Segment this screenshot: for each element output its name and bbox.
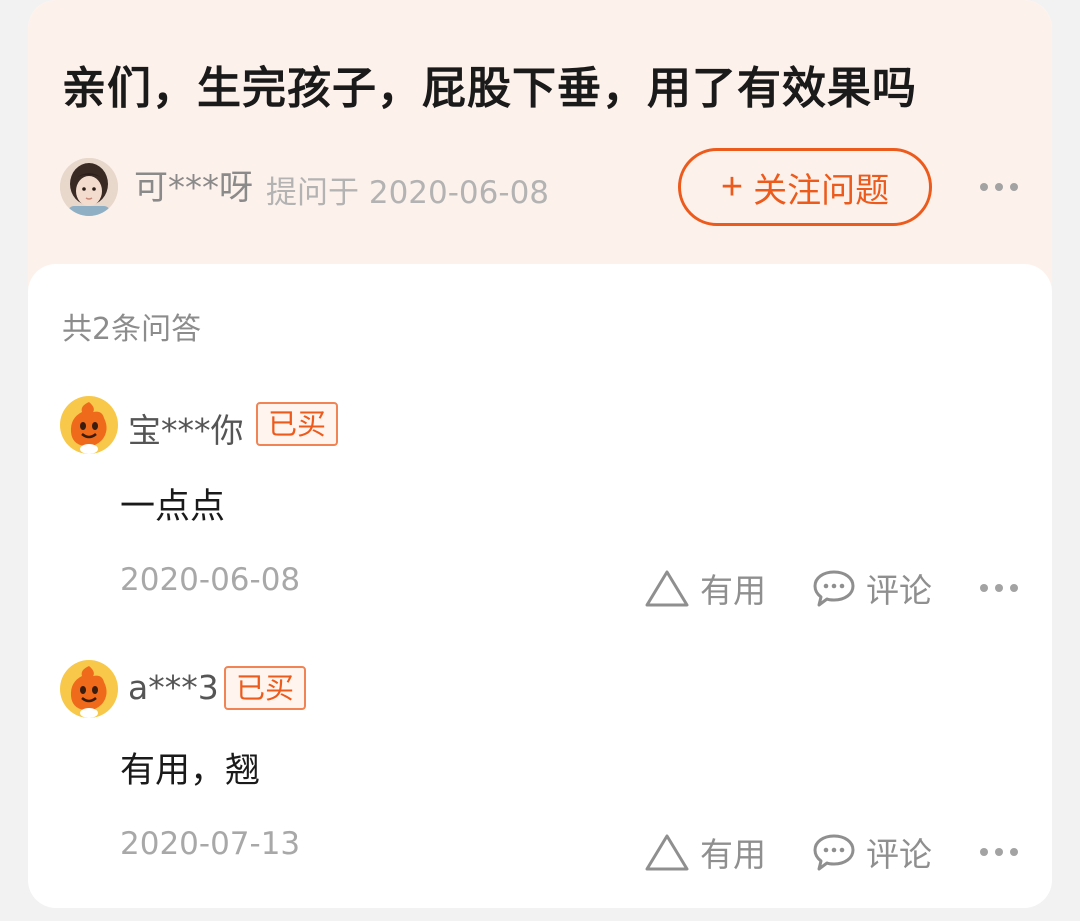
answer-text: 有用，翘 — [120, 751, 261, 791]
qa-card: 亲们，生完孩子，屁股下垂，用了有效果吗 可***呀 提问于 2020-06-08… — [28, 0, 1052, 908]
question-title: 亲们，生完孩子，屁股下垂，用了有效果吗 — [62, 63, 917, 114]
useful-label: 有用 — [700, 571, 766, 610]
answer-date: 2020-06-08 — [120, 562, 301, 598]
comment-bubble-icon — [813, 570, 855, 607]
more-dots-icon[interactable] — [980, 584, 1018, 592]
useful-button[interactable]: 有用 — [644, 564, 766, 612]
comment-button[interactable]: 评论 — [812, 828, 932, 876]
triangle-up-icon — [645, 570, 689, 607]
follow-question-label: 关注问题 — [753, 171, 890, 210]
answerer-name[interactable]: 宝***你 — [128, 404, 244, 452]
answer-item: a***3 已买 有用，翘 2020-07-13 有用 评论 — [28, 660, 1052, 900]
plus-icon: + — [720, 166, 744, 208]
asker-name[interactable]: 可***呀 — [134, 160, 253, 209]
purchased-badge: 已买 — [224, 666, 307, 710]
asked-date: 提问于 2020-06-08 — [266, 175, 550, 211]
asker-avatar[interactable] — [60, 158, 118, 216]
question-header: 亲们，生完孩子，屁股下垂，用了有效果吗 可***呀 提问于 2020-06-08… — [28, 0, 1052, 300]
answer-date: 2020-07-13 — [120, 826, 301, 862]
comment-button[interactable]: 评论 — [812, 564, 932, 612]
answerer-avatar[interactable] — [60, 660, 118, 718]
answerer-avatar[interactable] — [60, 396, 118, 454]
comment-label: 评论 — [866, 571, 932, 610]
useful-button[interactable]: 有用 — [644, 828, 766, 876]
follow-question-button[interactable]: + 关注问题 — [678, 148, 932, 226]
purchased-badge: 已买 — [256, 402, 339, 446]
answer-item: 宝***你 已买 一点点 2020-06-08 有用 评论 — [28, 396, 1052, 636]
triangle-up-icon — [645, 834, 689, 871]
answer-text: 一点点 — [120, 487, 226, 527]
answer-count: 共2条问答 — [62, 312, 202, 347]
more-dots-icon[interactable] — [980, 183, 1018, 191]
comment-bubble-icon — [813, 834, 855, 871]
answerer-name[interactable]: a***3 — [128, 668, 219, 707]
comment-label: 评论 — [866, 835, 932, 874]
useful-label: 有用 — [700, 835, 766, 874]
answers-panel: 共2条问答 宝***你 已买 一点点 2020-06-08 有用 评论 a***… — [28, 264, 1052, 908]
more-dots-icon[interactable] — [980, 848, 1018, 856]
